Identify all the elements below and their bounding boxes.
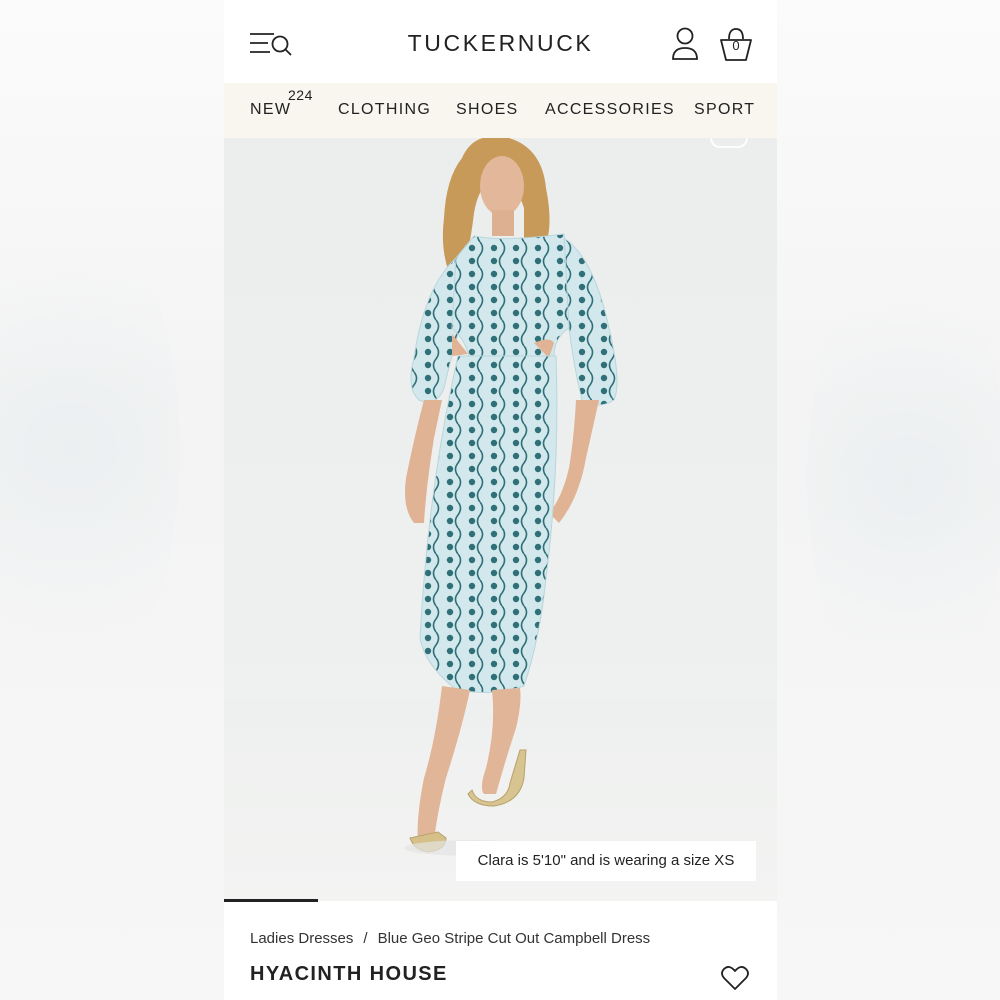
- breadcrumb-separator: /: [363, 930, 368, 947]
- blur-shape: [0, 200, 180, 700]
- nav-accessories[interactable]: ACCESSORIES: [545, 101, 675, 119]
- blurred-background-left: [0, 0, 224, 1000]
- mobile-page: TUCKERNUCK 0 NEW 224 CLOTHING SHOES ACCE: [224, 0, 777, 1000]
- nav-label: SPORT: [694, 101, 756, 118]
- bag-count: 0: [732, 38, 740, 53]
- account-icon[interactable]: [670, 27, 700, 61]
- blur-shape: [807, 250, 1000, 710]
- new-count-badge: 224: [288, 87, 313, 103]
- nav-sport[interactable]: SPORT: [694, 101, 755, 119]
- nav-label: NEW: [250, 101, 292, 118]
- product-photo: [224, 138, 777, 901]
- carousel-progress-bar: [224, 899, 318, 902]
- carousel-indicator-icon: [710, 138, 748, 148]
- nav-label: CLOTHING: [338, 101, 432, 118]
- site-header: TUCKERNUCK 0: [224, 0, 777, 83]
- model-size-note: Clara is 5'10" and is wearing a size XS: [456, 841, 756, 881]
- nav-clothing[interactable]: CLOTHING: [338, 101, 431, 119]
- category-nav: NEW 224 CLOTHING SHOES ACCESSORIES SPORT: [224, 83, 777, 138]
- nav-shoes[interactable]: SHOES: [456, 101, 519, 119]
- nav-label: ACCESSORIES: [545, 101, 675, 118]
- nav-new[interactable]: NEW: [250, 101, 291, 119]
- breadcrumb-current: Blue Geo Stripe Cut Out Campbell Dress: [377, 930, 651, 947]
- heart-icon[interactable]: [721, 965, 749, 991]
- breadcrumb: Ladies Dresses / Blue Geo Stripe Cut Out C…: [250, 930, 650, 947]
- breadcrumb-category-link[interactable]: Ladies Dresses: [250, 930, 353, 947]
- designer-name[interactable]: HYACINTH HOUSE: [250, 963, 448, 986]
- blurred-background-right: [777, 0, 1000, 1000]
- shopping-bag-icon[interactable]: 0: [718, 27, 754, 63]
- nav-label: SHOES: [456, 101, 519, 118]
- product-image-carousel[interactable]: Clara is 5'10" and is wearing a size XS: [224, 138, 777, 901]
